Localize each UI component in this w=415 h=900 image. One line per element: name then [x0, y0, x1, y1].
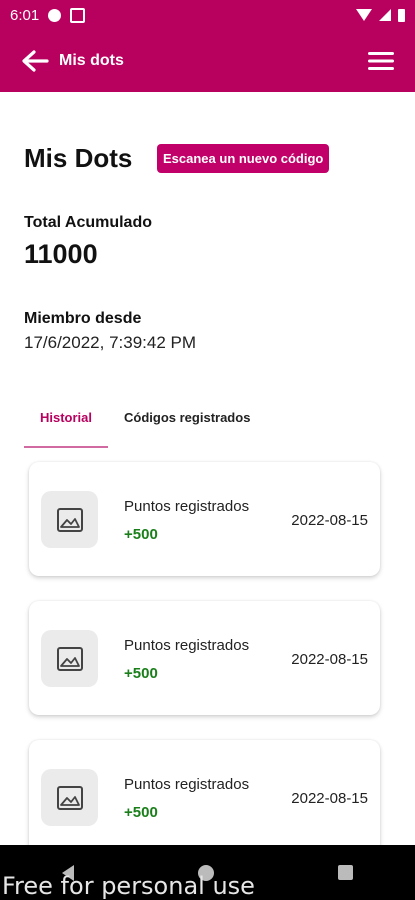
notification-app-icon [48, 8, 62, 22]
image-placeholder [41, 491, 98, 548]
history-card[interactable]: Puntos registrados +500 2022-08-15 [29, 740, 380, 854]
member-since-value: 17/6/2022, 7:39:42 PM [24, 333, 197, 352]
entry-title: Puntos registrados [124, 637, 250, 654]
entry-date: 2022-08-15 [291, 651, 368, 668]
battery-icon [398, 8, 405, 22]
app-bar-title: Mis dots [59, 52, 124, 69]
back-button[interactable] [20, 46, 50, 76]
entry-points: +500 [124, 665, 158, 682]
wifi-icon [356, 9, 372, 21]
entry-title: Puntos registrados [124, 498, 250, 515]
tab-codigos-registrados[interactable]: Códigos registrados [108, 400, 266, 446]
image-icon [56, 646, 83, 671]
entry-date: 2022-08-15 [291, 512, 368, 529]
watermark-text: Free for personal use [2, 872, 255, 900]
image-placeholder [41, 630, 98, 687]
image-icon [56, 785, 83, 810]
menu-button[interactable] [367, 47, 395, 75]
scan-new-code-button[interactable]: Escanea un nuevo código [157, 144, 330, 173]
signal-icon [379, 9, 391, 21]
member-since-label: Miembro desde [24, 310, 142, 327]
entry-points: +500 [124, 526, 158, 543]
entry-points: +500 [124, 804, 158, 821]
image-icon [56, 507, 83, 532]
arrow-back-icon [22, 50, 49, 72]
notification-square-icon [70, 7, 86, 23]
tab-historial[interactable]: Historial [24, 400, 109, 448]
app-bar: Mis dots [0, 30, 415, 92]
history-card[interactable]: Puntos registrados +500 2022-08-15 [29, 601, 380, 715]
total-value: 11000 [24, 239, 98, 269]
status-time: 6:01 [10, 6, 40, 24]
status-left: 6:01 [10, 6, 86, 24]
total-label: Total Acumulado [24, 214, 152, 231]
tab-bar: Historial Códigos registrados [24, 400, 266, 448]
entry-title: Puntos registrados [124, 776, 250, 793]
hamburger-menu-icon [368, 52, 394, 70]
history-card[interactable]: Puntos registrados +500 2022-08-15 [29, 462, 380, 576]
status-bar: 6:01 [0, 0, 415, 30]
status-right [356, 8, 405, 22]
page-title: Mis Dots [24, 143, 133, 173]
entry-date: 2022-08-15 [291, 790, 368, 807]
image-placeholder [41, 769, 98, 826]
nav-recents-icon[interactable] [338, 865, 353, 880]
